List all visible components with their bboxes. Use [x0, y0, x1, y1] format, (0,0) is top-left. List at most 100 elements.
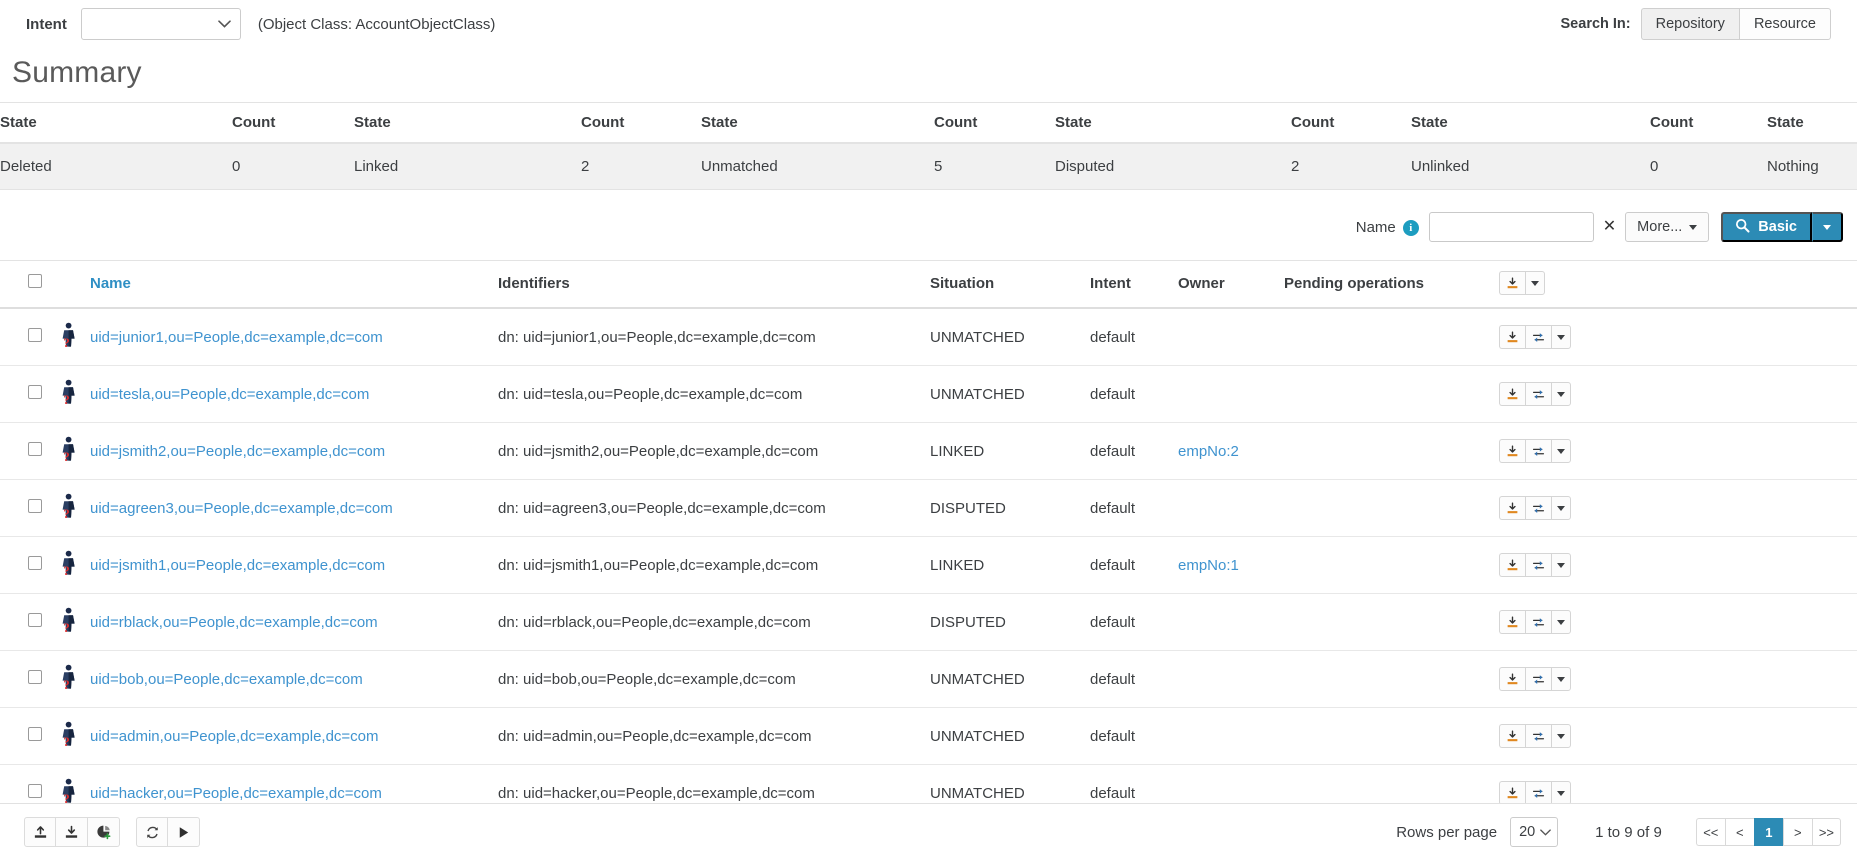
svg-text:?: ?	[63, 677, 69, 690]
row-name-cell: uid=rblack,ou=People,dc=example,dc=com	[90, 593, 498, 651]
row-name-link[interactable]: uid=jsmith1,ou=People,dc=example,dc=com	[90, 557, 385, 574]
shadow-account-unknown-icon: ?	[58, 436, 80, 466]
row-icon-cell: ?	[58, 365, 90, 423]
refresh-icon[interactable]	[136, 817, 168, 847]
row-identifiers: dn: uid=agreen3,ou=People,dc=example,dc=…	[498, 479, 930, 537]
row-name-link[interactable]: uid=junior1,ou=People,dc=example,dc=com	[90, 329, 383, 346]
row-name-link[interactable]: uid=admin,ou=People,dc=example,dc=com	[90, 728, 379, 745]
row-checkbox[interactable]	[28, 442, 42, 456]
download-icon[interactable]	[1499, 271, 1525, 295]
summary-col-state-4: State	[1055, 102, 1291, 144]
summary-col-count-3: Count	[934, 102, 1055, 144]
info-icon[interactable]: i	[1402, 220, 1419, 236]
chevron-down-icon[interactable]	[1551, 610, 1571, 634]
import-icon[interactable]	[56, 817, 88, 847]
synchronize-icon[interactable]	[1525, 325, 1551, 349]
import-icon[interactable]	[1499, 439, 1525, 463]
chevron-down-icon[interactable]	[1551, 382, 1571, 406]
row-name-cell: uid=bob,ou=People,dc=example,dc=com	[90, 650, 498, 708]
chevron-down-icon[interactable]	[1551, 724, 1571, 748]
search-input[interactable]	[1428, 212, 1594, 242]
row-pending-operations	[1284, 308, 1499, 366]
select-all-checkbox[interactable]	[28, 274, 42, 288]
row-identifiers: dn: uid=tesla,ou=People,dc=example,dc=co…	[498, 365, 930, 423]
pager-next-button[interactable]: >	[1782, 818, 1812, 846]
row-checkbox[interactable]	[28, 670, 42, 684]
chevron-down-icon[interactable]	[1551, 781, 1571, 805]
pager-first-button[interactable]: <<	[1695, 818, 1725, 846]
row-select-cell	[0, 479, 58, 537]
synchronize-icon[interactable]	[1525, 724, 1551, 748]
import-icon[interactable]	[1499, 724, 1525, 748]
synchronize-icon[interactable]	[1525, 667, 1551, 691]
row-identifiers: dn: uid=bob,ou=People,dc=example,dc=com	[498, 650, 930, 708]
row-name-link[interactable]: uid=hacker,ou=People,dc=example,dc=com	[90, 785, 382, 802]
synchronize-icon[interactable]	[1525, 496, 1551, 520]
row-name-link[interactable]: uid=tesla,ou=People,dc=example,dc=com	[90, 386, 369, 403]
search-mode-dropdown[interactable]	[1812, 212, 1843, 242]
column-header-intent: Intent	[1090, 260, 1178, 309]
row-owner-link[interactable]: empNo:2	[1178, 443, 1239, 460]
synchronize-icon[interactable]	[1525, 439, 1551, 463]
row-owner-cell: empNo:2	[1178, 422, 1284, 480]
clear-search-icon[interactable]: ✕	[1603, 219, 1616, 235]
basic-search-button[interactable]: Basic	[1721, 212, 1812, 242]
import-icon[interactable]	[1499, 610, 1525, 634]
row-checkbox[interactable]	[28, 499, 42, 513]
rows-per-page-select[interactable]: 20	[1510, 817, 1559, 847]
import-icon[interactable]	[1499, 382, 1525, 406]
column-header-name[interactable]: Name	[90, 260, 498, 309]
chevron-down-icon[interactable]	[1551, 325, 1571, 349]
add-chart-icon[interactable]	[88, 817, 120, 847]
row-checkbox[interactable]	[28, 385, 42, 399]
synchronize-icon[interactable]	[1525, 781, 1551, 805]
pager-prev-button[interactable]: <	[1724, 818, 1754, 846]
pagination-range: 1 to 9 of 9	[1595, 823, 1662, 841]
table-row: ? uid=admin,ou=People,dc=example,dc=com dn…	[0, 707, 1857, 765]
summary-col-state-3: State	[701, 102, 934, 144]
pager-last-button[interactable]: >>	[1811, 818, 1841, 846]
row-owner-link[interactable]: empNo:1	[1178, 557, 1239, 574]
import-icon[interactable]	[1499, 553, 1525, 577]
row-checkbox[interactable]	[28, 328, 42, 342]
chevron-down-icon[interactable]	[1551, 439, 1571, 463]
chevron-down-icon[interactable]	[1525, 271, 1545, 295]
play-icon[interactable]	[168, 817, 200, 847]
chevron-down-icon[interactable]	[1551, 667, 1571, 691]
search-in-repository-button[interactable]: Repository	[1640, 7, 1739, 41]
more-filters-button[interactable]: More...	[1625, 212, 1710, 242]
summary-count-unmatched: 5	[934, 143, 1055, 190]
row-actions-cell	[1499, 593, 1857, 651]
row-name-link[interactable]: uid=jsmith2,ou=People,dc=example,dc=com	[90, 443, 385, 460]
row-pending-operations	[1284, 650, 1499, 708]
import-icon[interactable]	[1499, 667, 1525, 691]
summary-col-count-2: Count	[581, 102, 701, 144]
row-select-cell	[0, 650, 58, 708]
row-situation: UNMATCHED	[930, 650, 1090, 708]
row-name-link[interactable]: uid=agreen3,ou=People,dc=example,dc=com	[90, 500, 393, 517]
shadow-account-unknown-icon: ?	[58, 493, 80, 523]
import-icon[interactable]	[1499, 496, 1525, 520]
row-checkbox[interactable]	[28, 556, 42, 570]
row-checkbox[interactable]	[28, 613, 42, 627]
row-checkbox[interactable]	[28, 727, 42, 741]
intent-select[interactable]	[80, 8, 241, 40]
chevron-down-icon[interactable]	[1551, 496, 1571, 520]
synchronize-icon[interactable]	[1525, 382, 1551, 406]
column-header-actions	[1499, 260, 1857, 309]
import-icon[interactable]	[1499, 325, 1525, 349]
row-situation: DISPUTED	[930, 593, 1090, 651]
row-action-group	[1499, 553, 1857, 577]
pager-page-1-button[interactable]: 1	[1753, 818, 1783, 846]
search-in-resource-button[interactable]: Resource	[1738, 7, 1831, 41]
row-checkbox[interactable]	[28, 784, 42, 798]
row-owner-cell	[1178, 479, 1284, 537]
synchronize-icon[interactable]	[1525, 610, 1551, 634]
row-name-link[interactable]: uid=bob,ou=People,dc=example,dc=com	[90, 671, 363, 688]
export-icon[interactable]	[24, 817, 56, 847]
synchronize-icon[interactable]	[1525, 553, 1551, 577]
row-name-link[interactable]: uid=rblack,ou=People,dc=example,dc=com	[90, 614, 378, 631]
pagination-controls: Rows per page 20 1 to 9 of 9 << < 1 > >>	[1396, 817, 1841, 847]
import-icon[interactable]	[1499, 781, 1525, 805]
chevron-down-icon[interactable]	[1551, 553, 1571, 577]
